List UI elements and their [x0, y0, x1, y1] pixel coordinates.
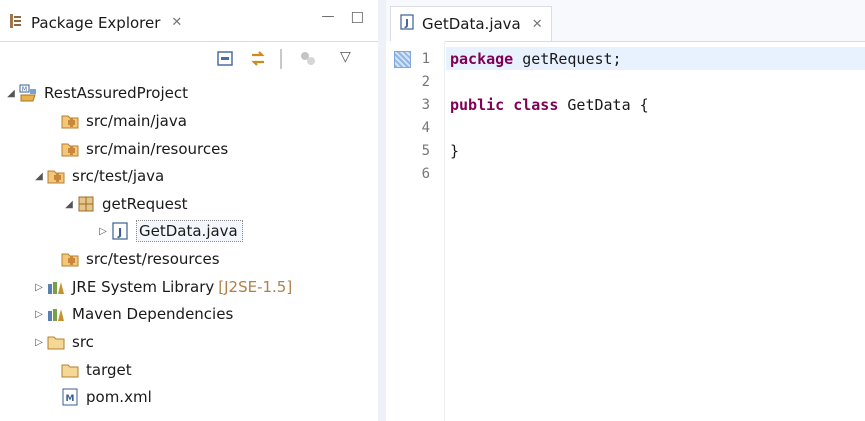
tree-item-label: JRE System Library [72, 278, 215, 296]
maximize-icon[interactable]: ☐ [351, 9, 364, 27]
collapse-all-icon[interactable] [216, 49, 236, 69]
tree-item[interactable]: ◢ M RestAssuredProject [4, 80, 188, 106]
code-line-5: } [450, 142, 459, 160]
tree-item-label: src/test/resources [86, 250, 220, 268]
tree-item[interactable]: target [46, 357, 132, 383]
tree-item[interactable]: src/main/java [46, 108, 187, 134]
tree-item-decoration: [J2SE-1.5] [218, 278, 293, 296]
line-number-gutter: 1 2 3 4 5 6 [386, 41, 445, 421]
tab-label: GetData.java [422, 15, 521, 33]
tab-label: Package Explorer [31, 13, 161, 32]
tree-item-label: GetData.java [136, 220, 243, 242]
expand-arrow-icon[interactable]: ▷ [32, 309, 46, 320]
close-icon[interactable]: ✕ [171, 15, 182, 30]
tree-item[interactable]: Mpom.xml [46, 384, 152, 410]
tree-item[interactable]: ▷ Maven Dependencies [32, 301, 233, 327]
java-file-icon: J [399, 14, 415, 34]
tab-getdata-java[interactable]: J GetData.java ✕ [390, 6, 552, 41]
tree-item-label: src/main/java [86, 112, 187, 130]
focus-on-active-icon[interactable] [298, 49, 318, 69]
maven-project-icon: M [18, 83, 38, 103]
view-sash[interactable] [378, 0, 386, 421]
line-number: 3 [421, 97, 430, 113]
source-folder-icon [46, 166, 66, 186]
keyword: public [450, 96, 505, 114]
link-with-editor-icon[interactable] [248, 49, 268, 69]
view-menu-icon[interactable]: ▽ [340, 49, 360, 69]
tree-item-label: Maven Dependencies [72, 305, 234, 323]
explorer-toolbar: ▽ [0, 45, 378, 73]
expand-arrow-icon[interactable]: ▷ [96, 226, 110, 237]
package-explorer-view: Package Explorer ✕ — ☐ ▽ ◢ M RestAssured… [0, 0, 378, 421]
current-line-marker [394, 51, 411, 68]
source-folder-icon [60, 139, 80, 159]
line-number: 2 [421, 74, 430, 90]
tree-item[interactable]: ▷ src [32, 329, 94, 355]
code-text: } [450, 142, 460, 160]
tree-item[interactable]: ▷ JRE System Library [J2SE-1.5] [32, 274, 292, 300]
tree-item-label: src/test/java [72, 167, 165, 185]
tree-item[interactable]: src/main/resources [46, 136, 228, 162]
java-editor: J GetData.java ✕ 1 2 3 4 5 6 package getReque… [386, 0, 865, 421]
svg-text:J: J [117, 226, 122, 239]
tree-item-label: src [72, 333, 94, 351]
tree-item-label: getRequest [102, 195, 188, 213]
toolbar-separator [280, 49, 282, 69]
svg-text:M: M [66, 394, 75, 404]
svg-text:M: M [22, 86, 27, 93]
explorer-tab-bar: Package Explorer ✕ — ☐ [0, 0, 378, 42]
tree-item-label: pom.xml [86, 388, 152, 406]
code-text: GetData { [558, 96, 649, 114]
tree-item[interactable]: ◢ getRequest [62, 191, 188, 217]
code-text: getRequest; [513, 50, 622, 68]
code-line-3: public class GetData { [450, 96, 649, 114]
tab-package-explorer[interactable]: Package Explorer ✕ [0, 6, 190, 39]
code-line-1: package getRequest; [450, 50, 622, 68]
line-number: 4 [421, 120, 430, 136]
source-folder-icon [60, 249, 80, 269]
tree-item-label: target [86, 361, 132, 379]
collapse-arrow-icon[interactable]: ◢ [32, 171, 46, 182]
library-icon [46, 304, 66, 324]
keyword: package [450, 50, 514, 68]
expand-arrow-icon[interactable]: ▷ [32, 337, 46, 348]
expand-arrow-icon[interactable]: ▷ [32, 282, 46, 293]
maven-xml-icon: M [60, 387, 80, 407]
tree-item-label: src/main/resources [86, 140, 229, 158]
minimize-icon[interactable]: — [322, 9, 335, 27]
tree-item[interactable]: src/test/resources [46, 246, 220, 272]
folder-icon [46, 332, 66, 352]
collapse-arrow-icon[interactable]: ◢ [4, 88, 18, 99]
tree-item[interactable]: ▷ J GetData.java [96, 218, 243, 244]
code-area[interactable]: package getRequest; public class GetData… [446, 41, 865, 421]
line-number: 6 [421, 166, 430, 182]
tree-item-label: RestAssuredProject [44, 84, 188, 102]
line-number: 1 [421, 51, 430, 67]
library-icon [46, 277, 66, 297]
package-icon [76, 194, 96, 214]
line-number: 5 [421, 143, 430, 159]
svg-text:J: J [404, 18, 409, 29]
editor-tab-bar: J GetData.java ✕ [386, 0, 865, 42]
tree-item[interactable]: ◢ src/test/java [32, 163, 164, 189]
package-explorer-icon [8, 13, 24, 33]
java-file-icon: J [110, 221, 130, 241]
source-folder-icon [60, 111, 80, 131]
folder-icon [60, 360, 80, 380]
collapse-arrow-icon[interactable]: ◢ [62, 199, 76, 210]
close-icon[interactable]: ✕ [532, 17, 543, 32]
keyword: class [513, 96, 559, 114]
